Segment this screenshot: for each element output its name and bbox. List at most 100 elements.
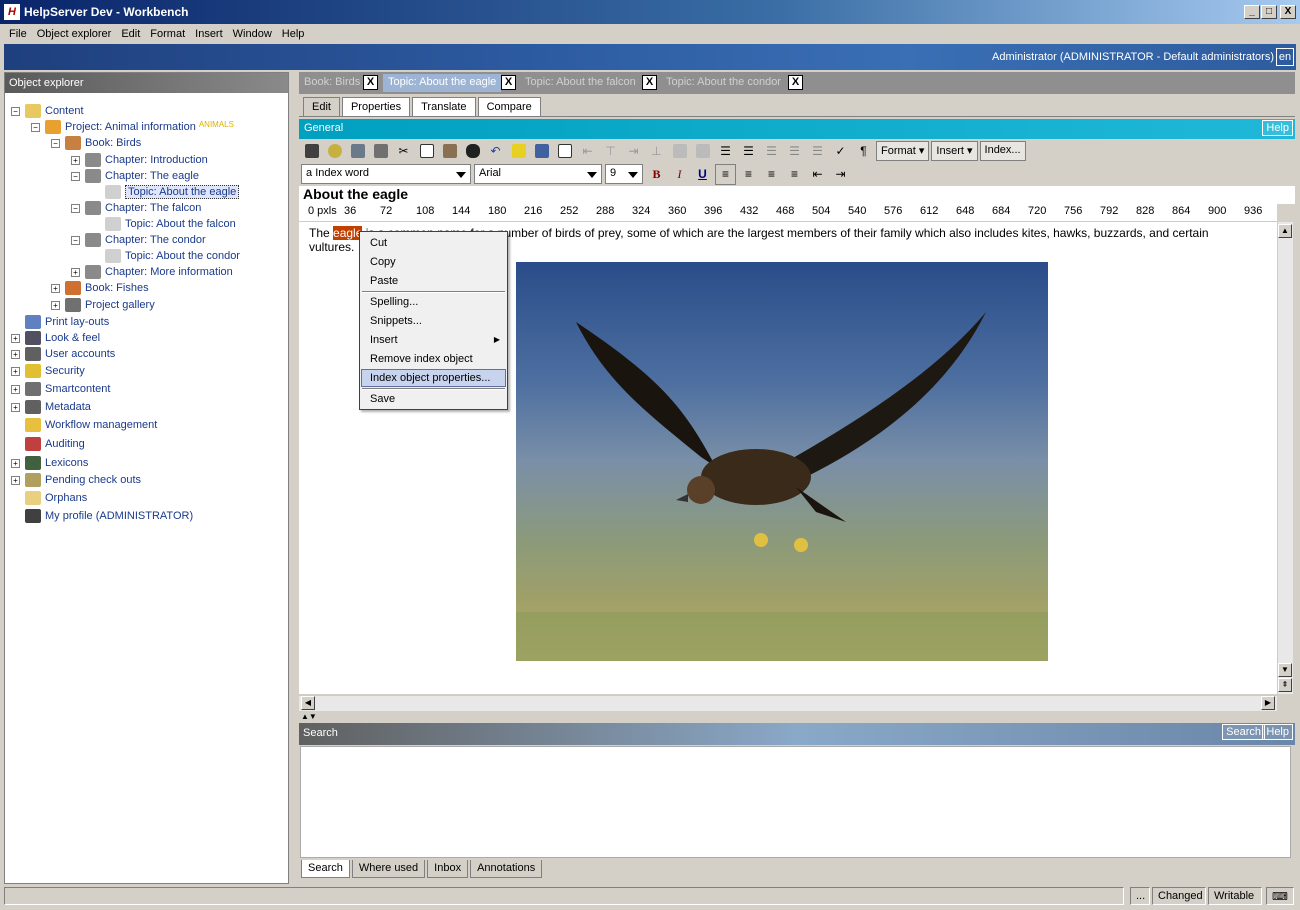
tree-item-label[interactable]: Project gallery: [85, 299, 155, 311]
tab-translate[interactable]: Translate: [412, 97, 476, 116]
tree-item[interactable]: + Chapter: More information: [71, 264, 236, 280]
tree-item-label[interactable]: Print lay-outs: [45, 316, 109, 328]
tree-item[interactable]: + Chapter: Introduction: [71, 152, 211, 168]
collapse-icon[interactable]: −: [71, 171, 80, 181]
expand-icon[interactable]: +: [11, 458, 20, 468]
menu-item-save[interactable]: Save: [361, 390, 506, 408]
tab-where-used[interactable]: Where used: [351, 860, 426, 878]
justify-icon[interactable]: ≡: [784, 164, 805, 185]
tree-item[interactable]: − Chapter: The eagle: [71, 168, 202, 184]
tree-item-label[interactable]: Chapter: The falcon: [105, 202, 201, 214]
menu-item-copy[interactable]: Copy: [361, 253, 506, 271]
tree-item-label[interactable]: My profile (ADMINISTRATOR): [45, 510, 193, 522]
font-select[interactable]: Arial: [474, 164, 602, 184]
tree-item-label[interactable]: Book: Fishes: [85, 282, 149, 294]
tree-item[interactable]: Workflow management: [11, 417, 160, 433]
menu-file[interactable]: File: [4, 28, 32, 40]
scroll-left-icon[interactable]: ◀: [301, 696, 315, 710]
doc-tab-book-birds[interactable]: Book: Birds: [299, 74, 365, 92]
expand-icon[interactable]: +: [11, 366, 20, 376]
tree-item[interactable]: − Chapter: The condor: [71, 232, 209, 248]
highlight-icon[interactable]: [508, 141, 529, 162]
align-center-icon[interactable]: ≡: [738, 164, 759, 185]
tree-item[interactable]: + Pending check outs: [11, 472, 144, 488]
menu-edit[interactable]: Edit: [116, 28, 145, 40]
tree-item-label[interactable]: Chapter: More information: [105, 266, 233, 278]
menu-window[interactable]: Window: [228, 28, 277, 40]
search-results-area[interactable]: [300, 746, 1291, 858]
close-tab-icon[interactable]: X: [642, 75, 657, 90]
tree-item-label[interactable]: Topic: About the condor: [125, 250, 240, 262]
tree-item-label[interactable]: Chapter: The condor: [105, 234, 206, 246]
menu-help[interactable]: Help: [277, 28, 310, 40]
tree-item[interactable]: My profile (ADMINISTRATOR): [11, 508, 196, 524]
tree-item[interactable]: + Project gallery: [51, 297, 158, 313]
tree-item-label[interactable]: Workflow management: [45, 419, 157, 431]
splitter-arrows-icon[interactable]: ▲▼: [301, 712, 317, 721]
tree-item[interactable]: Print lay-outs: [11, 314, 112, 330]
expand-icon[interactable]: +: [51, 300, 60, 310]
cut-icon[interactable]: ✂: [393, 141, 414, 162]
find-icon[interactable]: [462, 141, 483, 162]
tree-item[interactable]: + Look & feel: [11, 330, 103, 346]
index-button[interactable]: Index...: [979, 141, 1026, 161]
menu-item-insert[interactable]: Insert ▶: [361, 331, 506, 349]
tree-item[interactable]: + Book: Fishes: [51, 280, 152, 296]
vertical-splitter[interactable]: [290, 72, 298, 884]
tree-item-label[interactable]: Metadata: [45, 401, 91, 413]
tree-item[interactable]: Topic: About the condor: [91, 248, 243, 264]
tree-item-label[interactable]: Lexicons: [45, 457, 88, 469]
scroll-up-icon[interactable]: ▲: [1278, 224, 1292, 238]
bold-button[interactable]: B: [646, 164, 667, 185]
menu-item-snippets[interactable]: Snippets...: [361, 312, 506, 330]
tree-item-label[interactable]: Security: [45, 365, 85, 377]
tree-item[interactable]: + User accounts: [11, 346, 118, 362]
language-button[interactable]: en: [1276, 48, 1294, 66]
align-right-icon[interactable]: ≡: [761, 164, 782, 185]
tab-properties[interactable]: Properties: [341, 97, 411, 116]
close-tab-icon[interactable]: X: [788, 75, 803, 90]
italic-button[interactable]: I: [669, 164, 690, 185]
expand-icon[interactable]: +: [11, 475, 20, 485]
collapse-icon[interactable]: −: [51, 138, 60, 148]
refresh-icon[interactable]: [324, 141, 345, 162]
eagle-image[interactable]: [516, 262, 1048, 661]
expand-icon[interactable]: +: [71, 155, 80, 165]
tree-item[interactable]: − Content: [11, 103, 87, 119]
bullet-list-icon[interactable]: ☰: [738, 141, 759, 162]
tree-item[interactable]: Orphans: [11, 490, 90, 506]
menu-item-cut[interactable]: Cut: [361, 234, 506, 252]
tree-item[interactable]: Topic: About the falcon: [91, 216, 239, 232]
copy-icon[interactable]: [416, 141, 437, 162]
save-icon[interactable]: [301, 141, 322, 162]
menu-insert[interactable]: Insert: [190, 28, 228, 40]
horizontal-scrollbar[interactable]: ◀ ▶: [299, 695, 1277, 711]
scroll-right-icon[interactable]: ▶: [1261, 696, 1275, 710]
print-icon[interactable]: [370, 141, 391, 162]
tree-item-label[interactable]: Chapter: The eagle: [105, 170, 199, 182]
tree-item-label[interactable]: Project: Animal information: [65, 121, 196, 133]
tree-item-label[interactable]: Book: Birds: [85, 137, 141, 149]
font-color-icon[interactable]: [531, 141, 552, 162]
tree-item-label[interactable]: User accounts: [45, 348, 115, 360]
pilcrow-icon[interactable]: ¶: [853, 141, 874, 162]
menu-item-index-object-properties[interactable]: Index object properties...: [361, 369, 506, 387]
preview-icon[interactable]: [347, 141, 368, 162]
scroll-down-icon[interactable]: ▼: [1278, 663, 1292, 677]
close-button[interactable]: X: [1280, 5, 1296, 19]
tree-item-label[interactable]: Orphans: [45, 492, 87, 504]
tree-item-label[interactable]: Look & feel: [45, 332, 100, 344]
tree-item-label[interactable]: Pending check outs: [45, 474, 141, 486]
tree-item[interactable]: − Project: Animal information ANIMALS: [31, 119, 234, 135]
outdent-icon[interactable]: ⇤: [807, 164, 828, 185]
tree-item-label[interactable]: Auditing: [45, 438, 85, 450]
expand-icon[interactable]: +: [71, 267, 80, 277]
menu-format[interactable]: Format: [145, 28, 190, 40]
tree-item[interactable]: + Lexicons: [11, 455, 91, 471]
align-left-icon[interactable]: ≡: [715, 163, 736, 185]
doc-tab-about-falcon[interactable]: Topic: About the falcon: [520, 74, 641, 92]
style-select[interactable]: a Index word: [301, 164, 471, 184]
undo-icon[interactable]: ↶: [485, 141, 506, 162]
tree-item[interactable]: Auditing: [11, 436, 88, 452]
search-button[interactable]: Search: [1222, 724, 1265, 740]
